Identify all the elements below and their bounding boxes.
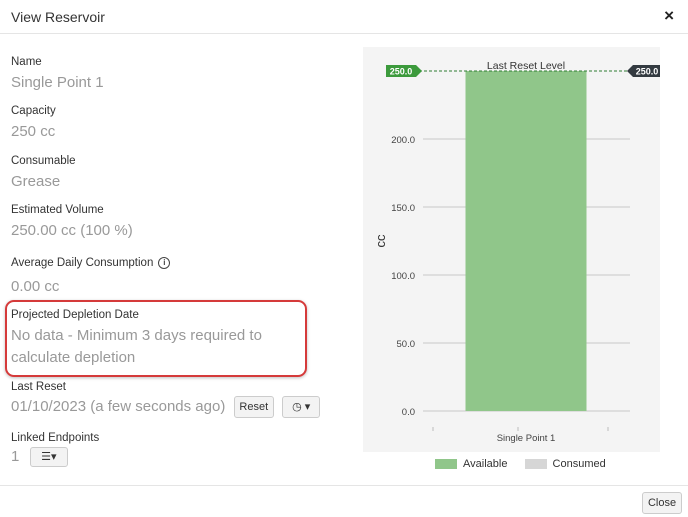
capacity-label: Capacity [11, 105, 56, 117]
x-tick-label-0: Single Point 1 [497, 433, 556, 444]
linked-endpoints-field: Linked Endpoints 1 ☰▾ [11, 431, 99, 467]
linked-endpoints-count: 1 [11, 448, 20, 465]
y-tick-label-0: 0.0 [402, 407, 415, 418]
y-tick-label-2: 100.0 [391, 271, 415, 282]
capacity-field: Capacity 250 cc [11, 104, 56, 142]
reference-badge-left-label: 250.0 [390, 67, 413, 77]
consumable-field: Consumable Grease [11, 154, 76, 192]
estimated-volume-label: Estimated Volume [11, 204, 104, 216]
capacity-value: 250 cc [11, 123, 56, 140]
consumable-value: Grease [11, 173, 61, 190]
y-tick-label-3: 150.0 [391, 203, 415, 214]
close-button[interactable]: Close [642, 492, 682, 514]
last-reset-row: 01/10/2023 (a few seconds ago) Reset ◷ ▾ [11, 396, 321, 420]
projected-depletion-label: Projected Depletion Date [11, 309, 139, 321]
avg-daily-value: 0.00 cc [11, 278, 60, 295]
projected-depletion-value-line2: calculate depletion [11, 349, 136, 366]
linked-endpoints-row: 1 ☰▾ [11, 447, 99, 467]
dialog-footer: Close [0, 485, 688, 517]
linked-endpoints-label: Linked Endpoints [11, 432, 100, 444]
reference-line-label: Last Reset Level [487, 60, 565, 72]
info-icon[interactable]: i [158, 256, 171, 269]
name-field: Name Single Point 1 [11, 55, 104, 93]
legend-item-available[interactable]: Available [435, 458, 511, 470]
legend-label-available: Available [463, 458, 508, 470]
avg-daily-label: Average Daily Consumption [11, 257, 154, 269]
reset-history-button[interactable]: ◷ ▾ [282, 396, 321, 418]
avg-daily-field: Average Daily Consumption i 0.00 cc [11, 256, 171, 297]
reset-button[interactable]: Reset [233, 396, 274, 418]
projected-depletion-value-line1: No data - Minimum 3 days required to [11, 327, 262, 344]
y-tick-label-1: 50.0 [397, 339, 416, 350]
y-tick-label-4: 200.0 [391, 135, 415, 146]
legend-swatch-available [435, 459, 457, 470]
estimated-volume-field: Estimated Volume 250.00 cc (100 %) [11, 203, 133, 241]
consumable-label: Consumable [11, 155, 76, 167]
last-reset-field: Last Reset 01/10/2023 (a few seconds ago… [11, 380, 321, 420]
close-icon[interactable]: × [664, 6, 674, 26]
chart-legend: Available Consumed [435, 458, 606, 470]
last-reset-value: 01/10/2023 (a few seconds ago) [11, 398, 226, 415]
y-axis-label: cc [373, 234, 388, 248]
legend-item-consumed[interactable]: Consumed [524, 458, 606, 470]
legend-swatch-consumed [524, 459, 547, 470]
reservoir-chart: 0.0 50.0 100.0 150.0 200.0 cc Single Point 1 La… [373, 60, 660, 444]
dialog-title: View Reservoir [11, 9, 105, 25]
bar-available [465, 71, 587, 411]
estimated-volume-value: 250.00 cc (100 %) [11, 222, 133, 239]
name-label: Name [11, 56, 42, 68]
projected-depletion-field: Projected Depletion Date No data - Minim… [11, 308, 262, 369]
legend-label-consumed: Consumed [552, 458, 606, 470]
dialog-header: View Reservoir × [0, 0, 688, 34]
last-reset-label: Last Reset [11, 381, 66, 393]
chart-panel: 0.0 50.0 100.0 150.0 200.0 cc Single Point 1 La… [363, 47, 660, 452]
name-value: Single Point 1 [11, 74, 104, 91]
avg-daily-label-row: Average Daily Consumption i [11, 256, 171, 270]
endpoints-list-button[interactable]: ☰▾ [29, 447, 68, 467]
reference-badge-right-label: 250.0 [636, 67, 659, 77]
